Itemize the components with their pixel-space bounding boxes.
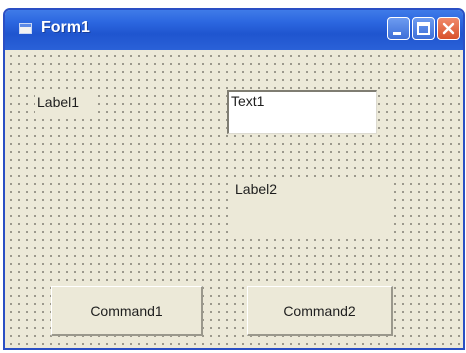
command2-button[interactable]: Command2 <box>247 286 393 336</box>
text1-field[interactable]: Text1 <box>227 90 377 134</box>
close-icon <box>442 22 455 35</box>
maximize-button[interactable] <box>412 17 435 40</box>
minimize-button[interactable] <box>387 17 410 40</box>
close-button[interactable] <box>437 17 460 40</box>
window-title: Form1 <box>41 19 90 36</box>
label1: Label1 <box>35 92 95 114</box>
command1-button[interactable]: Command1 <box>51 286 203 336</box>
title-bar[interactable]: Form1 <box>5 10 463 50</box>
label2: Label2 <box>233 179 393 235</box>
form-icon <box>19 23 32 34</box>
form-client-area[interactable]: Label1 Text1 Label2 Command1 Command2 <box>5 50 463 348</box>
form-window[interactable]: Form1 Label1 Text1 Label2 Command1 Comma… <box>3 8 465 350</box>
